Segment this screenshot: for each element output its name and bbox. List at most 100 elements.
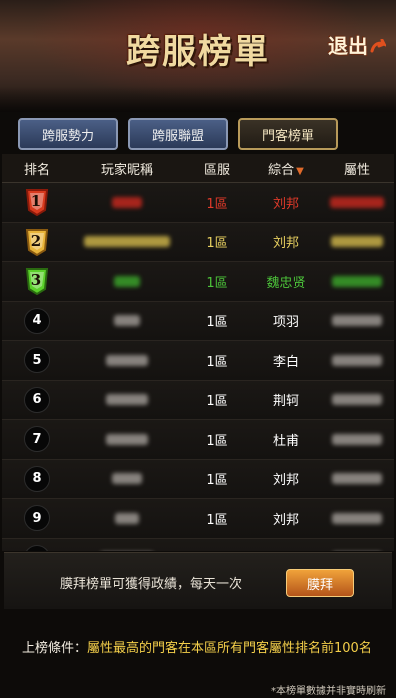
hero-cell: 刘邦 bbox=[272, 473, 299, 489]
table-row[interactable]: 9 1區 刘邦 bbox=[2, 499, 394, 539]
rank-number: 6 bbox=[24, 386, 50, 413]
server-cell: 1區 bbox=[206, 473, 228, 489]
server-cell: 1區 bbox=[206, 394, 228, 410]
red-medal-icon: 1 bbox=[24, 188, 50, 217]
attribute-cell bbox=[320, 354, 394, 366]
nickname-cell bbox=[72, 275, 182, 287]
table-row[interactable]: 3 1區 魏忠贤 bbox=[2, 262, 394, 302]
hero-cell: 李白 bbox=[272, 354, 299, 370]
hero-cell: 刘邦 bbox=[272, 512, 299, 528]
redacted-attribute bbox=[332, 354, 382, 366]
nickname-cell bbox=[72, 473, 182, 485]
rank-cell: 3 bbox=[2, 267, 72, 296]
tab-label: 跨服勢力 bbox=[41, 128, 94, 144]
worship-text: 膜拜榜單可獲得政績，每天一次 bbox=[60, 577, 243, 592]
table-row[interactable]: 4 1區 项羽 bbox=[2, 301, 394, 341]
nickname-cell bbox=[72, 394, 182, 406]
rank-cell: 4 bbox=[2, 307, 72, 334]
table-header: 排名 玩家昵稱 區服 綜合 ▼ 屬性 bbox=[2, 154, 394, 183]
redacted-nickname bbox=[114, 315, 140, 327]
rank-cell: 2 bbox=[2, 228, 72, 256]
rank-number: 7 bbox=[24, 426, 50, 453]
col-overall[interactable]: 綜合 ▼ bbox=[252, 159, 320, 178]
redacted-attribute bbox=[330, 196, 384, 208]
nickname-cell bbox=[72, 315, 182, 327]
redacted-attribute bbox=[332, 512, 382, 524]
rank-number: 2 bbox=[30, 231, 42, 250]
rank-cell: 10 bbox=[2, 544, 72, 551]
col-server: 區服 bbox=[203, 162, 230, 178]
gold-medal-icon: 2 bbox=[24, 228, 50, 256]
rank-number: 1 bbox=[30, 192, 42, 211]
redacted-attribute bbox=[332, 473, 382, 485]
server-cell: 1區 bbox=[182, 548, 252, 551]
redacted-attribute bbox=[332, 433, 382, 445]
tab-cross-server-alliance[interactable]: 跨服聯盟 bbox=[128, 118, 228, 150]
server-cell: 1區 bbox=[206, 433, 228, 449]
table-row[interactable]: 10 1區项羽 bbox=[2, 538, 394, 551]
nickname-cell bbox=[72, 354, 182, 366]
nickname-cell bbox=[72, 196, 182, 208]
redacted-nickname bbox=[112, 196, 142, 208]
rank-number: 4 bbox=[24, 307, 50, 334]
sort-down-icon: ▼ bbox=[296, 165, 304, 177]
server-cell: 1區 bbox=[206, 196, 228, 212]
attribute-cell bbox=[320, 394, 394, 406]
redacted-attribute bbox=[332, 275, 382, 287]
rank-cell: 9 bbox=[2, 505, 72, 532]
tab-label: 門客榜單 bbox=[261, 128, 314, 144]
rank-number: 8 bbox=[24, 465, 50, 492]
tab-cross-server-power[interactable]: 跨服勢力 bbox=[18, 118, 118, 150]
server-cell: 1區 bbox=[206, 354, 228, 370]
redacted-nickname bbox=[112, 473, 142, 485]
worship-button[interactable]: 膜拜 bbox=[286, 569, 354, 597]
rank-number: 5 bbox=[24, 347, 50, 374]
hero-cell: 杜甫 bbox=[272, 433, 299, 449]
server-cell: 1區 bbox=[206, 275, 228, 291]
table-row[interactable]: 1 1區 刘邦 bbox=[2, 183, 394, 223]
hero-cell: 刘邦 bbox=[272, 236, 299, 252]
ranking-table[interactable]: 排名 玩家昵稱 區服 綜合 ▼ 屬性 1 1區 刘邦 2 1區 刘邦 3 1區 魏忠贤 4 1區 项羽 5… bbox=[2, 154, 394, 551]
condition-value: 屬性最高的門客在本區所有門客屬性排名前100名 bbox=[87, 641, 372, 656]
redacted-nickname bbox=[115, 512, 139, 524]
tab-retainer-ranking[interactable]: 門客榜單 bbox=[238, 118, 338, 150]
table-body: 1 1區 刘邦 2 1區 刘邦 3 1區 魏忠贤 4 1區 项羽 5 1區 李白 6 1區 荆轲 7 1區 杜甫 8 1區刘… bbox=[2, 183, 394, 551]
table-row[interactable]: 6 1區 荆轲 bbox=[2, 380, 394, 420]
attribute-cell bbox=[320, 196, 394, 208]
attribute-cell bbox=[320, 275, 394, 287]
nickname-cell bbox=[72, 512, 182, 524]
hero-cell: 项羽 bbox=[252, 548, 320, 551]
ranking-condition: 上榜條件：屬性最高的門客在本區所有門客屬性排名前100名 bbox=[22, 637, 372, 656]
redacted-nickname bbox=[84, 236, 170, 248]
rank-cell: 8 bbox=[2, 465, 72, 492]
exit-button[interactable]: 退出 bbox=[328, 30, 388, 59]
nickname-cell bbox=[72, 236, 182, 248]
col-nickname: 玩家昵稱 bbox=[100, 162, 153, 178]
redacted-nickname bbox=[106, 354, 148, 366]
col-overall-label: 綜合 bbox=[268, 162, 295, 178]
attribute-cell bbox=[320, 315, 394, 327]
rank-number: 10 bbox=[24, 544, 50, 551]
attribute-cell bbox=[320, 433, 394, 445]
redacted-attribute bbox=[332, 315, 382, 327]
return-arrow-icon bbox=[370, 36, 388, 53]
table-row[interactable]: 7 1區 杜甫 bbox=[2, 420, 394, 460]
refresh-note: *本榜單數據并非實時刷新 bbox=[271, 686, 386, 697]
server-cell: 1區 bbox=[206, 512, 228, 528]
col-rank: 排名 bbox=[23, 162, 50, 178]
rank-cell: 7 bbox=[2, 426, 72, 453]
table-row[interactable]: 2 1區 刘邦 bbox=[2, 222, 394, 262]
redacted-nickname bbox=[114, 275, 140, 287]
redacted-nickname bbox=[106, 433, 148, 445]
rank-number: 9 bbox=[24, 505, 50, 532]
hero-cell: 项羽 bbox=[272, 315, 299, 331]
green-medal-icon: 3 bbox=[24, 267, 50, 296]
rank-cell: 1 bbox=[2, 188, 72, 217]
server-cell: 1區 bbox=[206, 315, 228, 331]
condition-label: 上榜條件： bbox=[22, 641, 88, 656]
hero-cell: 荆轲 bbox=[272, 394, 299, 410]
exit-label: 退出 bbox=[328, 34, 368, 58]
table-row[interactable]: 8 1區 刘邦 bbox=[2, 459, 394, 499]
table-row[interactable]: 5 1區 李白 bbox=[2, 341, 394, 381]
attribute-cell bbox=[320, 512, 394, 524]
